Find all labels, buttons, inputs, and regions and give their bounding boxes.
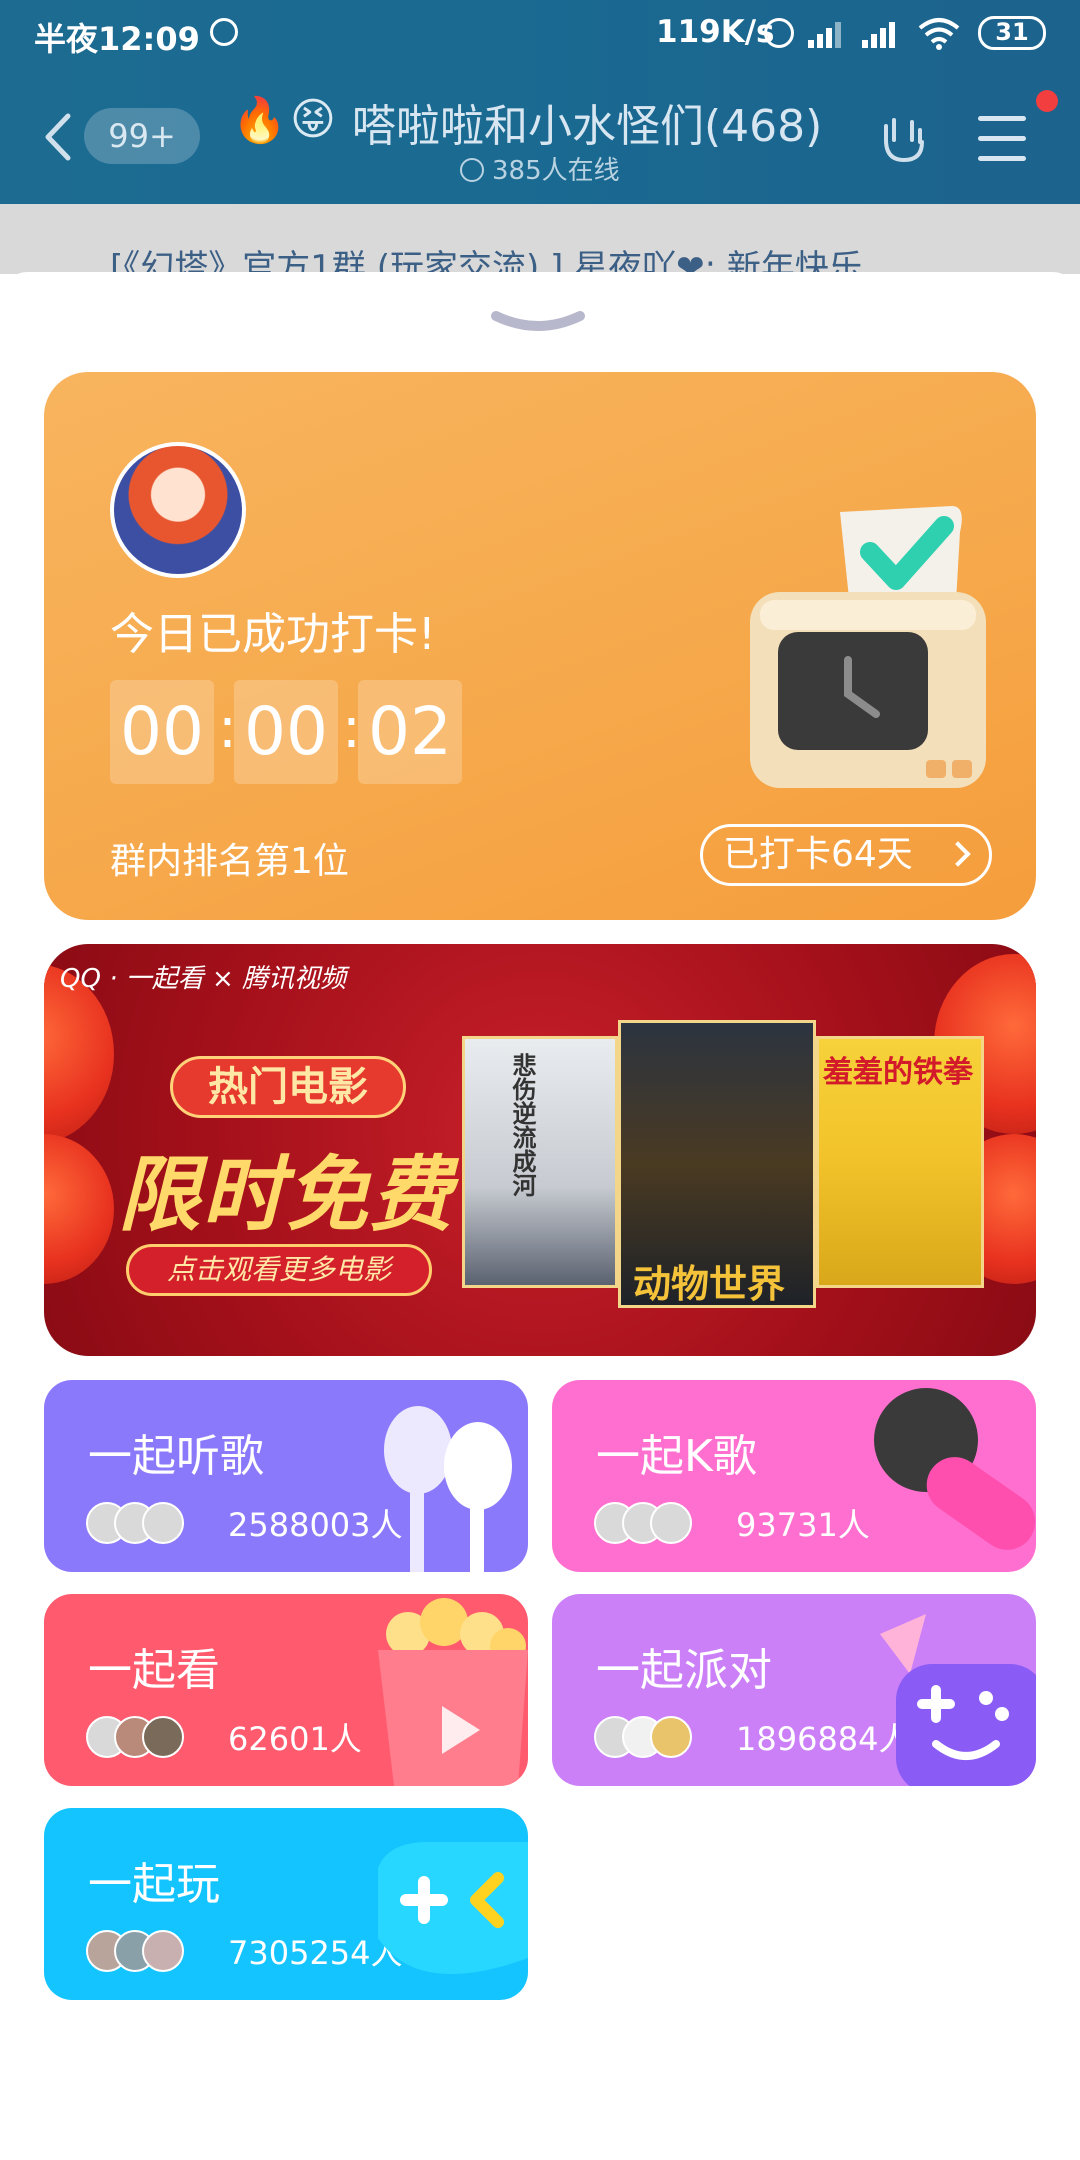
check-circle-icon [460, 158, 484, 182]
movie-poster[interactable]: 悲伤逆流成河 [462, 1036, 618, 1288]
wifi-icon [918, 18, 960, 50]
feature-name: 一起K歌 [596, 1431, 757, 1482]
play-together-card[interactable]: 一起玩 7305254人 [44, 1808, 528, 2000]
unread-badge[interactable]: 99+ [84, 108, 200, 164]
user-avatar [110, 442, 246, 578]
checkin-card[interactable]: 今日已成功打卡! 00 : 00 : 02 群内排名第1位 已打卡64天 [44, 372, 1036, 920]
checkin-days-button[interactable]: 已打卡64天 [700, 824, 992, 886]
menu-icon[interactable] [978, 116, 1028, 162]
avatar-stack [86, 1930, 216, 1972]
brand-line: QQ · 一起看 × 腾讯视频 [60, 964, 347, 994]
timer-hours: 00 [110, 680, 214, 784]
party-together-card[interactable]: 一起派对 1896884人 [552, 1594, 1036, 1786]
notice-bar[interactable]: [《幻塔》官方1群 (玩家交流) ] 星夜吖❤: 新年快乐 [0, 204, 1080, 274]
poster-title: 羞羞的铁拳 [823, 1055, 973, 1090]
nav-bar: 99+ 🔥 😝 嗒啦啦和小水怪们(468) 385人在线 [0, 70, 1080, 204]
karaoke-together-card[interactable]: 一起K歌 93731人 [552, 1380, 1036, 1572]
watch-together-card[interactable]: 一起看 62601人 [44, 1594, 528, 1786]
collapse-handle-icon[interactable] [490, 308, 586, 336]
feature-name: 一起派对 [596, 1645, 772, 1696]
rank-text: 群内排名第1位 [110, 841, 349, 882]
avatar-stack [594, 1502, 724, 1544]
participant-count: 93731人 [736, 1506, 870, 1544]
lantern-decoration [44, 1134, 114, 1284]
avatar [142, 1716, 184, 1758]
hand-gesture-icon[interactable] [876, 110, 932, 166]
earphones-icon [384, 1406, 512, 1572]
timer-icon [210, 18, 238, 46]
movie-poster[interactable]: 羞羞的铁拳 [816, 1036, 984, 1288]
network-speed: 119K/s [656, 14, 775, 50]
timer-seconds: 02 [358, 680, 462, 784]
feature-name: 一起看 [88, 1645, 220, 1696]
alarm-icon [764, 18, 794, 48]
back-arrow-icon[interactable] [42, 112, 74, 162]
bottom-sheet: 今日已成功打卡! 00 : 00 : 02 群内排名第1位 已打卡64天 QQ … [0, 272, 1080, 2160]
avatar-stack [594, 1716, 724, 1758]
signal-icon [808, 18, 848, 48]
game-controller-icon [880, 1614, 1036, 1786]
feature-name: 一起听歌 [88, 1431, 264, 1482]
movie-banner[interactable]: QQ · 一起看 × 腾讯视频 热门电影 限时免费 点击观看更多电影 悲伤逆流成… [44, 944, 1036, 1356]
online-text: 385人在线 [492, 156, 620, 186]
checkin-message: 今日已成功打卡! [110, 609, 436, 660]
laughing-face-icon: 😝 [290, 94, 336, 145]
battery-indicator: 31 [978, 16, 1046, 50]
chat-header: 半夜12:09 119K/s 31 99+ 🔥 😝 嗒啦啦和小水怪们(468) … [0, 0, 1080, 204]
fire-icon: 🔥 [232, 95, 287, 146]
checkin-machine-icon [750, 506, 986, 788]
poster-title: 悲伤逆流成河 [508, 1053, 536, 1197]
chevron-right-icon [945, 841, 971, 867]
watch-more-button[interactable]: 点击观看更多电影 [126, 1244, 432, 1296]
avatar-stack [86, 1502, 216, 1544]
signal-hd-icon [862, 18, 902, 48]
online-count: 385人在线 [460, 150, 620, 187]
checkin-days-label: 已打卡64天 [723, 834, 913, 875]
notification-dot [1036, 90, 1058, 112]
timer-minutes: 00 [234, 680, 338, 784]
avatar-stack [86, 1716, 216, 1758]
listen-together-card[interactable]: 一起听歌 2588003人 [44, 1380, 528, 1572]
avatar [142, 1502, 184, 1544]
participant-count: 62601人 [228, 1720, 362, 1758]
notice-text: [《幻塔》官方1群 (玩家交流) ] 星夜吖❤: 新年快乐 [110, 248, 863, 274]
avatar [650, 1716, 692, 1758]
feature-name: 一起玩 [88, 1859, 220, 1910]
gamepad-icon [378, 1842, 528, 1974]
status-time: 半夜12:09 [34, 20, 200, 58]
group-title[interactable]: 嗒啦啦和小水怪们(468) [352, 90, 822, 154]
avatar [650, 1502, 692, 1544]
hot-movies-label: 热门电影 [170, 1056, 406, 1118]
avatar [142, 1930, 184, 1972]
poster-title: 动物世界 [633, 1262, 786, 1306]
popcorn-icon [378, 1598, 528, 1786]
free-headline: 限时免费 [118, 1148, 454, 1243]
microphone-icon [874, 1388, 1036, 1550]
movie-poster[interactable]: 动物世界 [618, 1020, 816, 1308]
status-bar: 半夜12:09 119K/s 31 [0, 0, 1080, 70]
